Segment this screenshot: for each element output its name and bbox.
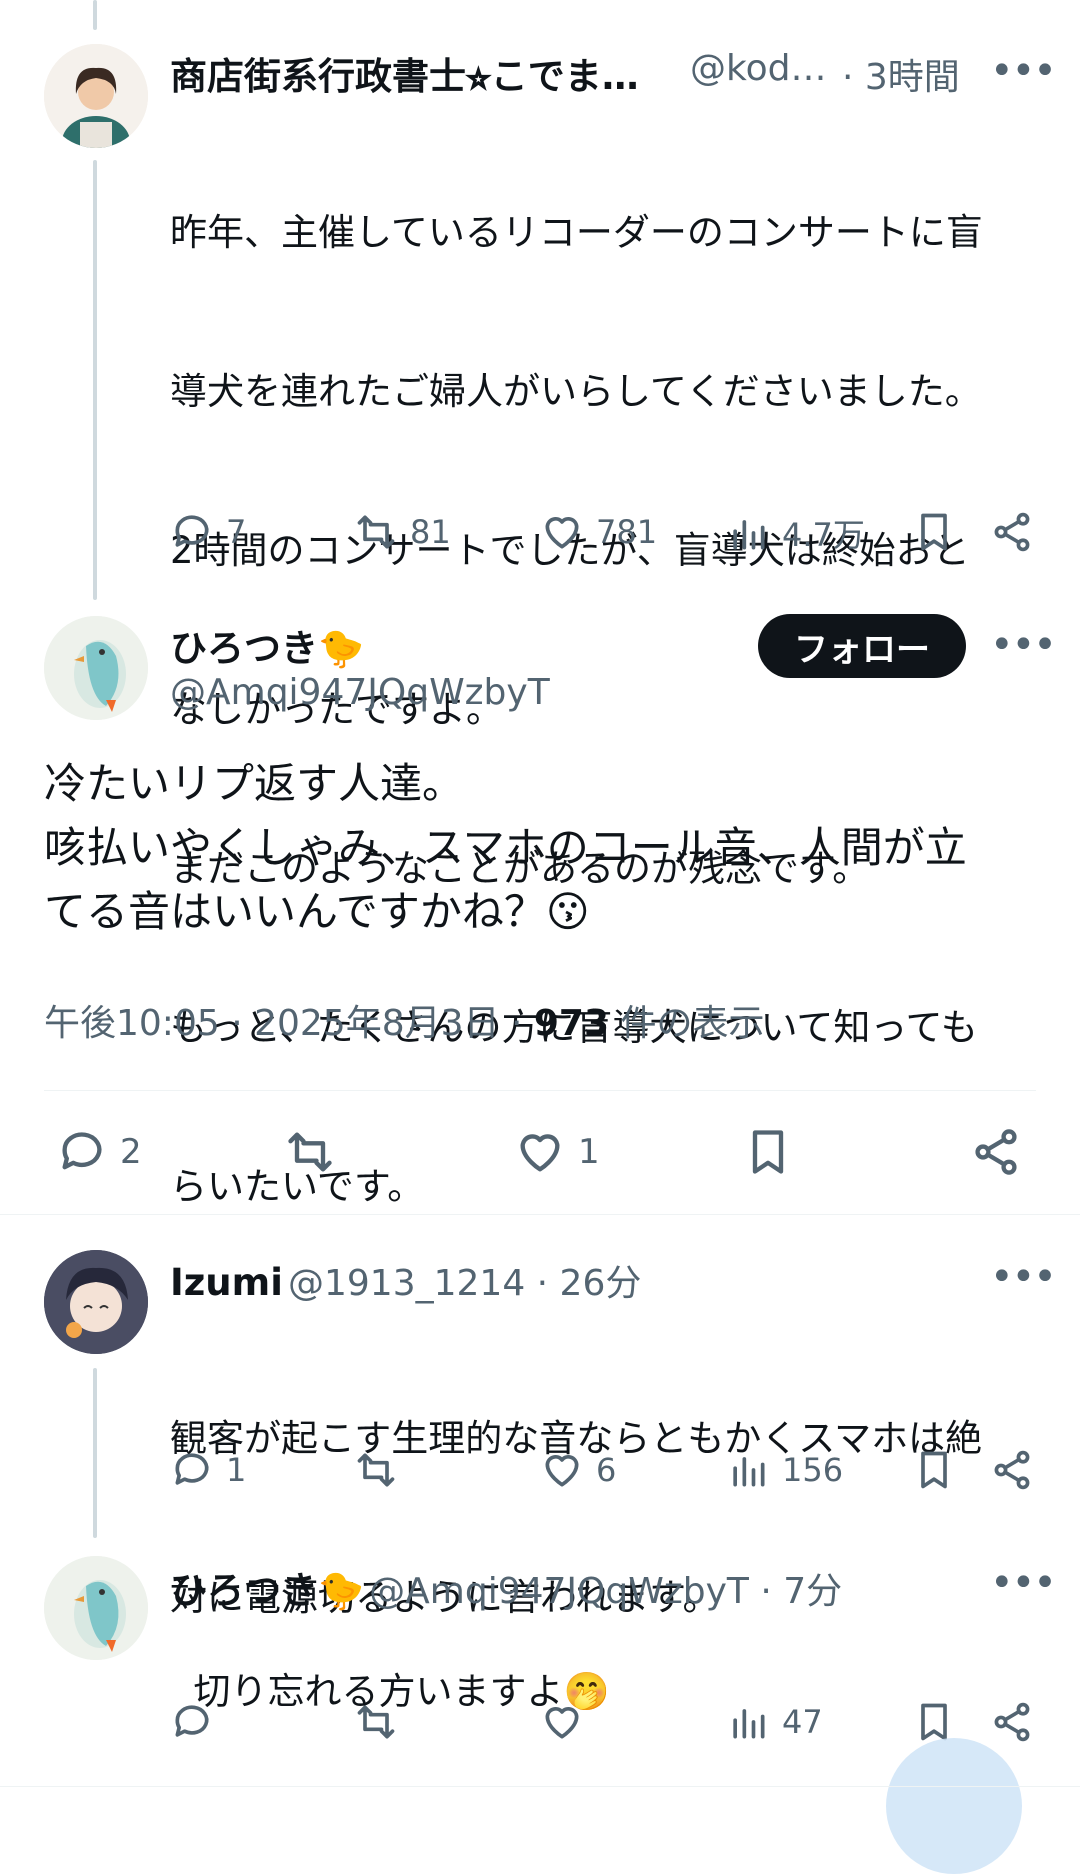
share-icon	[994, 1702, 1030, 1742]
thread-line	[93, 0, 97, 30]
repost-icon	[357, 1453, 395, 1487]
analytics-icon	[733, 520, 765, 550]
avatar[interactable]	[44, 44, 148, 148]
reply-icon	[62, 1132, 102, 1170]
post-text-line: 冷たいリプ返す人達。	[44, 759, 465, 808]
heart-icon	[545, 517, 579, 549]
post-text-line: 導犬を連れたご婦人がいらしてくださいました。	[170, 370, 982, 413]
repost-button[interactable]	[354, 1448, 398, 1492]
author-handle[interactable]: @1913_1214 · 26分	[288, 1263, 641, 1304]
heart-icon	[545, 1455, 579, 1487]
follow-button[interactable]: フォロー	[758, 614, 966, 678]
reply-icon	[175, 1705, 209, 1737]
chick-emoji: 🐤	[318, 1569, 365, 1612]
compose-fab[interactable]	[886, 1738, 1022, 1874]
view-count: 973	[533, 1003, 609, 1044]
author-name[interactable]: ひろつき🐤	[170, 618, 364, 672]
reply-count: 1	[226, 1451, 247, 1489]
like-count: 6	[596, 1451, 617, 1489]
author-name[interactable]: Izumi	[170, 1261, 283, 1304]
reply-button[interactable]: 7	[170, 510, 246, 554]
avatar[interactable]	[44, 1556, 148, 1660]
bookmark-button[interactable]	[912, 510, 956, 554]
author-handle[interactable]: @kod…	[690, 48, 826, 89]
share-icon	[994, 1450, 1030, 1490]
more-options-icon[interactable]: •••	[990, 1563, 1057, 1603]
repost-button[interactable]	[354, 1700, 398, 1744]
more-options-icon[interactable]: •••	[990, 1257, 1057, 1297]
bookmark-button[interactable]	[742, 1126, 794, 1178]
repost-icon	[357, 515, 395, 549]
analytics-icon	[733, 1709, 765, 1739]
more-options-icon[interactable]: •••	[990, 625, 1057, 665]
share-icon	[994, 512, 1030, 552]
reply-count: 2	[120, 1132, 142, 1172]
views-label: 件の表示	[609, 1003, 765, 1044]
like-count: 781	[596, 513, 658, 551]
bookmark-icon	[921, 1451, 947, 1489]
post-text-line: 昨年、主催しているリコーダーのコンサートに盲	[170, 211, 983, 254]
thread-line	[93, 160, 97, 600]
author-handle[interactable]: @Amqi947JQqWzbyT	[170, 672, 550, 713]
thread-line	[93, 1368, 97, 1538]
post-text: 冷たいリプ返す人達。 咳払いやくしゃみ、スマホのコール音、人間が立 てる音はいい…	[44, 752, 967, 944]
view-count: 47	[782, 1703, 823, 1741]
avatar[interactable]	[44, 1250, 148, 1354]
post-timestamp[interactable]: 午後10:05 · 2025年8月3日 ·	[44, 1003, 534, 1044]
post-text-line: 咳払いやくしゃみ、スマホのコール音、人間が立	[44, 823, 967, 872]
reply-button[interactable]: 1	[170, 1448, 246, 1492]
author-name[interactable]: ひろつき	[170, 1569, 318, 1612]
like-button[interactable]	[540, 1700, 584, 1744]
share-button[interactable]	[970, 1126, 1022, 1178]
share-button[interactable]	[990, 510, 1034, 554]
like-count: 1	[578, 1132, 600, 1172]
bookmark-icon	[752, 1130, 784, 1174]
divider	[0, 1786, 1080, 1787]
views-button[interactable]: 47	[726, 1700, 823, 1744]
avatar[interactable]	[44, 616, 148, 720]
author-name[interactable]: 商店街系行政書士⭐︎こでま…	[170, 46, 639, 100]
reply-header: Izumi @1913_1214 · 26分	[170, 1254, 641, 1306]
view-count: 4.7万	[782, 516, 865, 554]
reply-icon	[175, 515, 209, 547]
share-button[interactable]	[990, 1700, 1034, 1744]
repost-count: 81	[410, 513, 451, 551]
repost-icon	[357, 1705, 395, 1739]
views-button[interactable]: 4.7万	[726, 510, 865, 556]
bookmark-icon	[921, 513, 947, 551]
post-text-line: てる音はいいんですかね？	[44, 887, 546, 936]
share-button[interactable]	[990, 1448, 1034, 1492]
like-button[interactable]: 6	[540, 1448, 616, 1492]
view-count: 156	[782, 1451, 844, 1489]
views-button[interactable]: 156	[726, 1448, 843, 1492]
repost-button[interactable]: 81	[354, 510, 451, 554]
divider	[44, 1090, 1036, 1091]
heart-icon	[545, 1707, 579, 1739]
author-handle[interactable]: @Amqi947JQqWzbyT · 7分	[369, 1571, 842, 1612]
analytics-icon	[733, 1457, 765, 1487]
heart-icon	[520, 1134, 560, 1172]
divider	[0, 1214, 1080, 1215]
kissing-face-emoji: 😗	[545, 887, 590, 936]
like-button[interactable]: 1	[514, 1126, 600, 1178]
post-time[interactable]: · 3時間	[842, 48, 960, 100]
reply-button[interactable]: 2	[56, 1126, 142, 1178]
repost-icon	[288, 1132, 332, 1172]
like-button[interactable]: 781	[540, 510, 657, 554]
share-icon	[975, 1129, 1017, 1175]
reply-icon	[175, 1453, 209, 1485]
more-options-icon[interactable]: •••	[990, 51, 1057, 91]
reply-count: 7	[226, 513, 247, 551]
author-name-text: ひろつき	[170, 627, 318, 670]
chick-emoji: 🐤	[318, 627, 365, 670]
reply-button[interactable]	[170, 1700, 214, 1744]
bookmark-button[interactable]	[912, 1448, 956, 1492]
repost-button[interactable]	[284, 1126, 336, 1178]
post-meta: 午後10:05 · 2025年8月3日 · 973 件の表示	[44, 994, 764, 1046]
reply-header: ひろつき🐤 @Amqi947JQqWzbyT · 7分	[170, 1560, 842, 1614]
